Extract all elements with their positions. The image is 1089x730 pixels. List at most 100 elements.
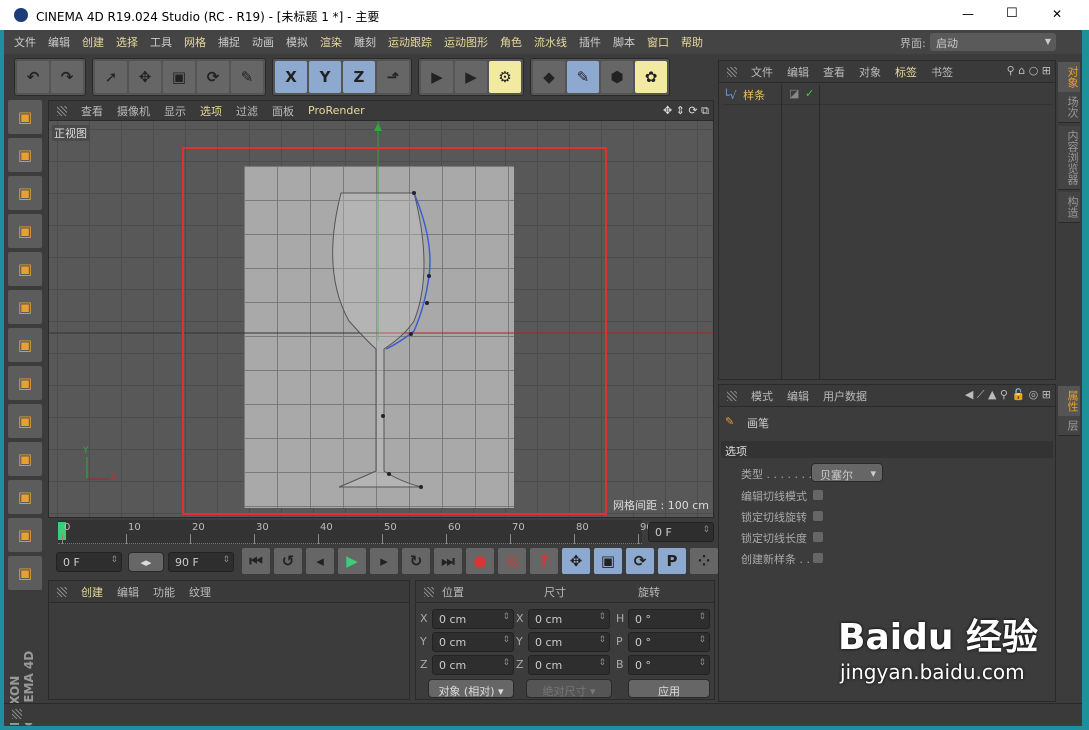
panel-menu-item[interactable]: 面板 <box>272 103 294 119</box>
undo-icon[interactable]: ↶ <box>17 61 49 93</box>
polygons-mode-icon[interactable]: ▣ <box>8 328 42 362</box>
render-picture-viewer-icon[interactable]: ▶ <box>455 61 487 93</box>
edges-mode-icon[interactable]: ▣ <box>8 290 42 324</box>
object-visibility-icon[interactable]: ◪ <box>789 87 799 100</box>
next-keyframe-icon[interactable]: ↻ <box>402 548 430 574</box>
close-button[interactable]: ✕ <box>1052 7 1062 21</box>
key-point-level-icon[interactable]: ⁘ <box>690 548 718 574</box>
panel-menu-item[interactable]: 文件 <box>751 64 773 80</box>
object-name[interactable]: 样条 <box>743 89 765 102</box>
redo-icon[interactable]: ↷ <box>51 61 83 93</box>
panel-menu-item[interactable]: 查看 <box>823 64 845 80</box>
key-rotation-icon[interactable]: ⟳ <box>626 548 654 574</box>
attribute-nav-icons[interactable]: ◀ ⟋ ▲ ⚲ 🔓 ◎ ⊞ <box>965 388 1051 402</box>
menu-item[interactable]: 网格 <box>184 34 206 50</box>
panel-menu-item[interactable]: 选项 <box>200 103 222 119</box>
coordinate-field[interactable]: 0 cm <box>528 609 610 629</box>
menu-item[interactable]: 窗口 <box>647 34 669 50</box>
menu-item[interactable]: 编辑 <box>48 34 70 50</box>
panel-menu-item[interactable]: 功能 <box>153 584 175 600</box>
tweak-mode-icon[interactable]: ▣ <box>8 404 42 438</box>
menu-item[interactable]: 捕捉 <box>218 34 240 50</box>
key-position-icon[interactable]: ✥ <box>562 548 590 574</box>
y-axis-icon[interactable]: Y <box>309 61 341 93</box>
menu-item[interactable]: 运动跟踪 <box>388 34 432 50</box>
key-scale-icon[interactable]: ▣ <box>594 548 622 574</box>
layout-select[interactable]: 启动 ▼ <box>930 33 1056 51</box>
z-axis-icon[interactable]: Z <box>343 61 375 93</box>
key-parameter-icon[interactable]: P <box>658 548 686 574</box>
previous-keyframe-icon[interactable]: ↺ <box>274 548 302 574</box>
snap-icon[interactable]: ▣ <box>8 480 42 514</box>
option-checkbox[interactable] <box>813 511 823 521</box>
menu-item[interactable]: 脚本 <box>613 34 635 50</box>
go-to-start-icon[interactable]: ⏮ <box>242 548 270 574</box>
coordinate-field[interactable]: 0 cm <box>528 655 610 675</box>
menu-item[interactable]: 运动图形 <box>444 34 488 50</box>
play-icon[interactable]: ▶ <box>338 548 366 574</box>
locked-workplane-icon[interactable]: ▣ <box>8 556 42 590</box>
coordinate-field[interactable]: 0 ° <box>628 655 710 675</box>
model-mode-icon[interactable]: ▣ <box>8 138 42 172</box>
live-selection-icon[interactable]: ➚ <box>95 61 127 93</box>
coordinate-mode-select[interactable]: 对象 (相对) ▾ <box>428 679 514 698</box>
menu-item[interactable]: 插件 <box>579 34 601 50</box>
coordinate-system-icon[interactable]: ⬏ <box>377 61 409 93</box>
size-mode-select[interactable]: 绝对尺寸 ▾ <box>526 679 612 698</box>
object-enabled-check-icon[interactable]: ✓ <box>805 87 814 100</box>
coordinate-field[interactable]: 0 cm <box>528 632 610 652</box>
solo-icon[interactable]: ▣ <box>8 442 42 476</box>
viewport-canvas[interactable]: 正视图 Y X 网格间距 : 100 cm <box>49 121 713 517</box>
panel-menu-item[interactable]: 查看 <box>81 103 103 119</box>
panel-menu-item[interactable]: 编辑 <box>117 584 139 600</box>
viewport-nav-icons[interactable]: ✥ ⇕ ⟳ ⧉ <box>663 104 709 118</box>
current-frame-field[interactable]: 0 F <box>648 522 714 542</box>
start-frame-field[interactable]: 0 F <box>56 552 122 572</box>
panel-menu-item[interactable]: ProRender <box>308 104 365 117</box>
previous-frame-icon[interactable]: ◂ <box>306 548 334 574</box>
option-checkbox[interactable] <box>813 532 823 542</box>
panel-menu-item[interactable]: 创建 <box>81 584 103 600</box>
make-editable-icon[interactable]: ▣ <box>8 100 42 134</box>
panel-menu-item[interactable]: 显示 <box>164 103 186 119</box>
scale-icon[interactable]: ▣ <box>163 61 195 93</box>
type-select[interactable]: 贝塞尔 ▾ <box>811 463 883 482</box>
x-axis-icon[interactable]: X <box>275 61 307 93</box>
coordinate-field[interactable]: 0 ° <box>628 632 710 652</box>
panel-menu-item[interactable]: 编辑 <box>787 64 809 80</box>
panel-menu-item[interactable]: 用户数据 <box>823 388 867 404</box>
panel-menu-item[interactable]: 标签 <box>895 64 917 80</box>
menu-item[interactable]: 雕刻 <box>354 34 376 50</box>
frame-range-slider[interactable]: ◂▸ <box>128 552 164 572</box>
texture-mode-icon[interactable]: ▣ <box>8 176 42 210</box>
minimize-button[interactable]: — <box>962 7 974 21</box>
menu-item[interactable]: 流水线 <box>534 34 567 50</box>
end-frame-field[interactable]: 90 F <box>168 552 234 572</box>
menu-item[interactable]: 创建 <box>82 34 104 50</box>
render-settings-icon[interactable]: ⚙ <box>489 61 521 93</box>
coordinate-field[interactable]: 0 cm <box>432 632 514 652</box>
object-manager-icons[interactable]: ⚲ ⌂ ○ ⊞ <box>1007 64 1051 77</box>
cube-icon[interactable]: ◆ <box>533 61 565 93</box>
object-row[interactable]: └√ 样条 ◪ ✓ <box>723 87 1053 105</box>
coordinate-field[interactable]: 0 cm <box>432 609 514 629</box>
right-tab[interactable]: 内容浏览器 <box>1058 126 1080 190</box>
menu-item[interactable]: 渲染 <box>320 34 342 50</box>
move-icon[interactable]: ✥ <box>129 61 161 93</box>
attribute-tab[interactable]: 层 <box>1058 416 1080 436</box>
right-tab[interactable]: 构造 <box>1058 192 1080 223</box>
spline-pen-icon[interactable]: ✎ <box>567 61 599 93</box>
keyframe-selection-icon[interactable]: ? <box>530 548 558 574</box>
menu-item[interactable]: 帮助 <box>681 34 703 50</box>
workplane-icon[interactable]: ▣ <box>8 214 42 248</box>
right-tab[interactable]: 对象 <box>1058 62 1080 93</box>
subdivision-icon[interactable]: ⬢ <box>601 61 633 93</box>
record-keys-icon[interactable]: ● <box>466 548 494 574</box>
coordinate-field[interactable]: 0 ° <box>628 609 710 629</box>
right-tab[interactable]: 场次 <box>1058 92 1080 123</box>
menu-item[interactable]: 文件 <box>14 34 36 50</box>
render-view-icon[interactable]: ▶ <box>421 61 453 93</box>
panel-menu-item[interactable]: 书签 <box>931 64 953 80</box>
pen-icon[interactable]: ✎ <box>231 61 263 93</box>
coordinate-field[interactable]: 0 cm <box>432 655 514 675</box>
